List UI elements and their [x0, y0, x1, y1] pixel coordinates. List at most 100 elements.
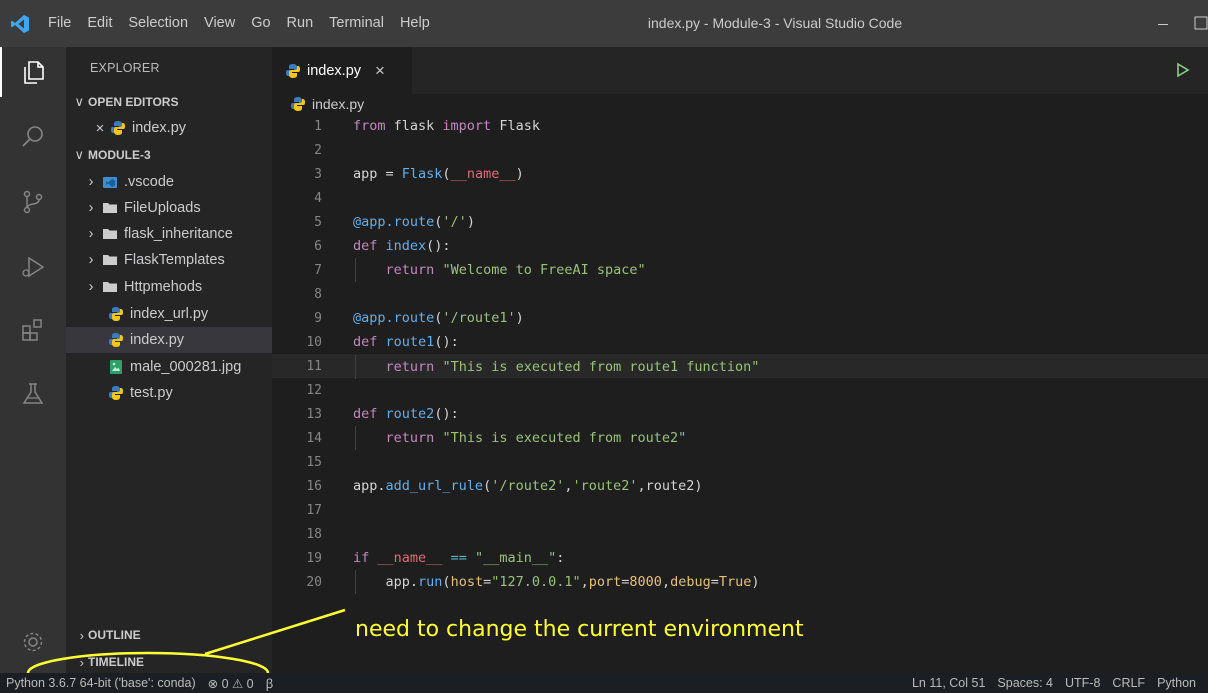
- language-mode[interactable]: Python: [1151, 676, 1202, 690]
- code-line[interactable]: 6 def index():: [272, 234, 1208, 258]
- menu-terminal[interactable]: Terminal: [321, 0, 392, 47]
- folder-icon: [102, 279, 118, 295]
- code-line[interactable]: 14 return "This is executed from route2": [272, 426, 1208, 450]
- indentation[interactable]: Spaces: 4: [991, 676, 1059, 690]
- code-line[interactable]: 12: [272, 378, 1208, 402]
- open-editor-item[interactable]: × index.py: [66, 115, 272, 141]
- code-line[interactable]: 3 app = Flask(__name__): [272, 162, 1208, 186]
- explorer-icon[interactable]: [0, 47, 66, 97]
- code-line[interactable]: 20 app.run(host="127.0.0.1",port=8000,de…: [272, 570, 1208, 594]
- line-number: 9: [314, 310, 322, 326]
- code-line[interactable]: 16 app.add_url_rule('/route2','route2',ro…: [272, 474, 1208, 498]
- code-text: if __name__ == "__main__":: [353, 550, 565, 566]
- explorer-sidebar: EXPLORER ∨ OPEN EDITORS × index.py ∨ MOD…: [66, 47, 272, 673]
- menu-run[interactable]: Run: [279, 0, 322, 47]
- line-number: 8: [314, 286, 322, 302]
- python-icon: [290, 96, 306, 112]
- menu-file[interactable]: File: [40, 0, 79, 47]
- line-number: 5: [314, 214, 322, 230]
- timeline-header[interactable]: › TIMELINE: [66, 649, 272, 675]
- code-text: return "This is executed from route2": [385, 430, 687, 446]
- tree-folder-vscode[interactable]: › .vscode: [66, 169, 272, 195]
- outline-label: OUTLINE: [88, 628, 141, 642]
- encoding[interactable]: UTF-8: [1059, 676, 1106, 690]
- tree-item-label: male_000281.jpg: [130, 359, 242, 375]
- search-icon[interactable]: [0, 111, 66, 161]
- restore-icon[interactable]: [1192, 16, 1208, 32]
- run-file-icon[interactable]: [1172, 60, 1192, 80]
- breadcrumb-file: index.py: [312, 96, 365, 112]
- breadcrumb[interactable]: index.py: [272, 94, 1208, 114]
- close-icon[interactable]: ×: [92, 120, 108, 137]
- timeline-label: TIMELINE: [88, 655, 144, 669]
- minimize-button[interactable]: [1140, 0, 1186, 47]
- line-number: 3: [314, 166, 322, 182]
- code-line[interactable]: 9 @app.route('/route1'): [272, 306, 1208, 330]
- open-editors-label: OPEN EDITORS: [88, 95, 179, 109]
- tree-file-image[interactable]: male_000281.jpg: [66, 354, 272, 380]
- python-icon: [108, 306, 124, 322]
- code-line[interactable]: 8: [272, 282, 1208, 306]
- menu-help[interactable]: Help: [392, 0, 438, 47]
- title-bar: File Edit Selection View Go Run Terminal…: [0, 0, 1208, 47]
- code-line[interactable]: 4: [272, 186, 1208, 210]
- folder-icon: [102, 226, 118, 242]
- code-line[interactable]: 2: [272, 138, 1208, 162]
- code-line[interactable]: 10 def route1():: [272, 330, 1208, 354]
- problems-indicator[interactable]: ⊗ 0 ⚠ 0: [202, 676, 260, 691]
- line-number: 18: [306, 526, 322, 542]
- tree-folder-flask-inheritance[interactable]: › flask_inheritance: [66, 221, 272, 247]
- tree-file-test[interactable]: test.py: [66, 380, 272, 406]
- code-line[interactable]: 13 def route2():: [272, 402, 1208, 426]
- code-line[interactable]: 7 return "Welcome to FreeAI space": [272, 258, 1208, 282]
- tree-folder-flasktemplates[interactable]: › FlaskTemplates: [66, 247, 272, 273]
- line-number: 10: [306, 334, 322, 350]
- code-line[interactable]: 1 from flask import Flask: [272, 114, 1208, 138]
- tree-item-label: index.py: [130, 332, 185, 348]
- tree-folder-httpmehods[interactable]: › Httpmehods: [66, 274, 272, 300]
- open-editor-label: index.py: [132, 120, 187, 136]
- code-line[interactable]: 19 if __name__ == "__main__":: [272, 546, 1208, 570]
- menu-view[interactable]: View: [196, 0, 243, 47]
- code-line[interactable]: 15: [272, 450, 1208, 474]
- vscode-logo-icon: [0, 0, 40, 47]
- code-editor[interactable]: 1 from flask import Flask 2 3 app = Flask(__…: [272, 114, 1208, 673]
- chevron-right-icon: ›: [79, 654, 84, 670]
- source-control-icon[interactable]: [0, 177, 66, 227]
- python-interpreter-selector[interactable]: Python 3.6.7 64-bit ('base': conda): [0, 676, 202, 690]
- folder-icon: [102, 252, 118, 268]
- line-number: 6: [314, 238, 322, 254]
- python-icon: [285, 63, 301, 79]
- outline-header[interactable]: › OUTLINE: [66, 622, 272, 648]
- tree-file-index[interactable]: index.py: [66, 327, 272, 353]
- extensions-icon[interactable]: [0, 305, 66, 355]
- tree-item-label: .vscode: [124, 174, 174, 190]
- window-title: index.py - Module-3 - Visual Studio Code: [647, 15, 903, 31]
- line-ending[interactable]: CRLF: [1106, 676, 1151, 690]
- line-number: 4: [314, 190, 322, 206]
- folder-header[interactable]: ∨ MODULE-3: [66, 142, 272, 168]
- activity-bar: [0, 47, 66, 673]
- run-debug-icon[interactable]: [0, 242, 66, 292]
- testing-icon[interactable]: [0, 369, 66, 419]
- tree-file-index-url[interactable]: index_url.py: [66, 301, 272, 327]
- code-line[interactable]: 5 @app.route('/'): [272, 210, 1208, 234]
- settings-gear-icon[interactable]: [0, 617, 66, 667]
- cursor-position[interactable]: Ln 11, Col 51: [906, 676, 991, 690]
- sidebar-title: EXPLORER: [90, 61, 160, 75]
- code-line[interactable]: 18: [272, 522, 1208, 546]
- code-text: app = Flask(__name__): [353, 166, 524, 182]
- code-text: app.add_url_rule('/route2','route2',rout…: [353, 478, 703, 494]
- line-number: 1: [314, 118, 322, 134]
- menu-selection[interactable]: Selection: [120, 0, 196, 47]
- tab-bar: index.py ×: [272, 47, 1208, 94]
- sync-icon[interactable]: ꞵ: [260, 675, 280, 692]
- open-editors-header[interactable]: ∨ OPEN EDITORS: [66, 89, 272, 115]
- tree-folder-fileuploads[interactable]: › FileUploads: [66, 195, 272, 221]
- menu-go[interactable]: Go: [243, 0, 278, 47]
- menu-edit[interactable]: Edit: [79, 0, 120, 47]
- code-line[interactable]: 17: [272, 498, 1208, 522]
- code-line[interactable]: 11 return "This is executed from route1 …: [272, 354, 1208, 379]
- tab-close-icon[interactable]: ×: [375, 61, 385, 81]
- tab-index-py[interactable]: index.py ×: [272, 47, 412, 94]
